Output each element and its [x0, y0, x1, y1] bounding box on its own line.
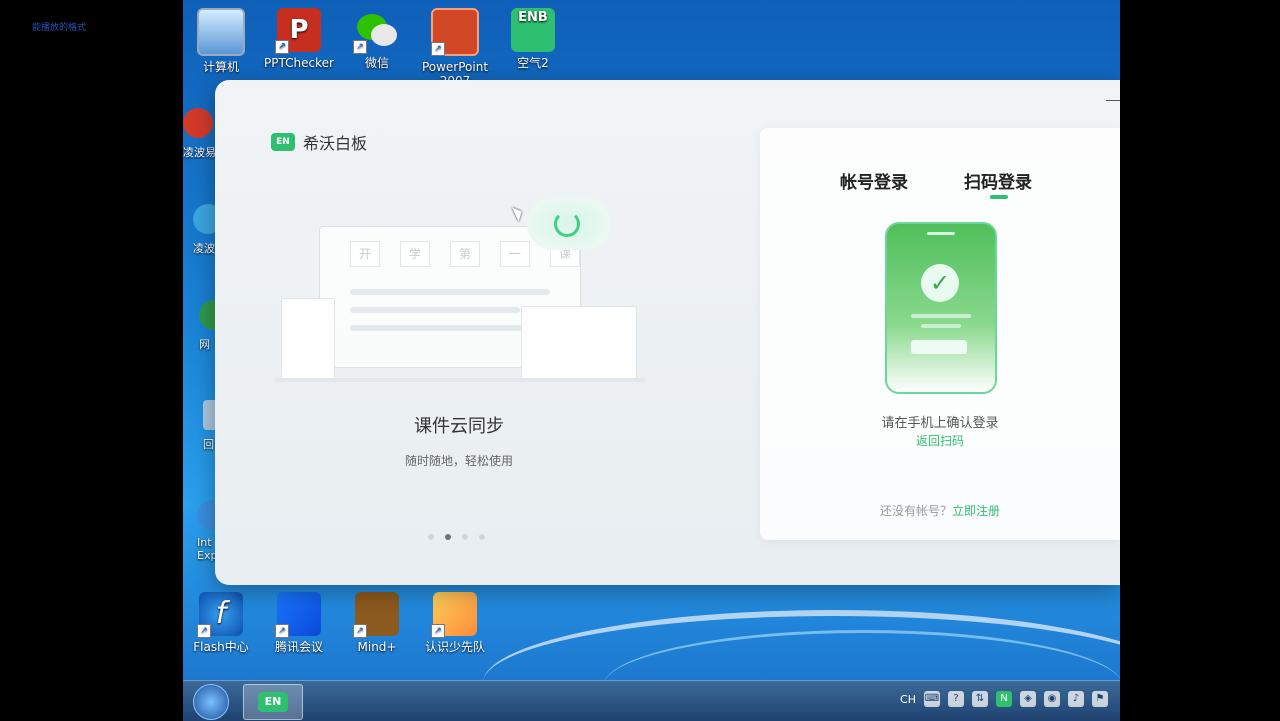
tab-qr-login[interactable]: 扫码登录: [964, 168, 1032, 199]
enb-icon: EN: [258, 692, 288, 712]
desktop-icon-enb[interactable]: ENB 空气2: [495, 8, 571, 70]
carousel-dot[interactable]: [462, 534, 468, 540]
carousel-dots: [428, 534, 485, 540]
register-prompt: 还没有帐号？: [879, 504, 952, 518]
board-word: 一: [500, 241, 530, 267]
illustration-line: [350, 325, 540, 331]
desktop-icon-label: 空气2: [517, 56, 549, 70]
carousel-subtitle: 随时随地，轻松使用: [404, 454, 513, 468]
desktop-icon-label: Mind+: [357, 640, 397, 654]
board-word: 开: [350, 241, 380, 267]
desktop-icon-powerpoint[interactable]: ↗ PowerPoint 2007: [417, 8, 493, 88]
desktop-icon-flash[interactable]: f ↗ Flash中心: [183, 592, 259, 654]
desktop-icon-label: 腾讯会议: [274, 640, 323, 654]
shield-icon[interactable]: ◈: [1020, 691, 1036, 707]
mind-plus-icon: ↗: [353, 592, 399, 638]
taskbar-app-enb[interactable]: EN: [243, 684, 303, 720]
board-word: 学: [400, 241, 430, 267]
help-icon[interactable]: ?: [948, 691, 964, 707]
carousel-dot-active[interactable]: [445, 534, 451, 540]
brand: EN 希沃白板: [271, 130, 367, 154]
login-panel: 帐号登录 扫码登录 ✓ 请在手机上确认登录 返回扫码 还没有帐号？立即注册: [760, 128, 1120, 540]
brand-name: 希沃白板: [303, 134, 368, 153]
illustration-line: [350, 307, 520, 313]
desktop-icon-young-pioneers[interactable]: ↗ 认识少先队: [417, 592, 493, 654]
carousel-dot[interactable]: [428, 534, 434, 540]
desktop-icon-tencent-meeting[interactable]: ↗ 腾讯会议: [261, 592, 337, 654]
seewo-login-window: EN 希沃白板 开 学 第 一 课 课件云同步 随时随地，轻松使用 帐号登录 扫…: [215, 80, 1120, 585]
illustration-card: [521, 306, 637, 380]
security-icon[interactable]: ◉: [1044, 691, 1060, 707]
computer-icon: [197, 8, 245, 56]
confirm-on-phone-text: 请在手机上确认登录: [881, 416, 999, 431]
register-line: 还没有帐号？立即注册: [760, 502, 1120, 519]
screen-corner-text: 能播放的格式: [32, 23, 87, 33]
powerpoint-icon: ↗: [431, 8, 479, 56]
system-tray: CH ⌨ ? ⇅ N ◈ ◉ ♪ ⚑: [900, 691, 1108, 707]
tab-account-login[interactable]: 帐号登录: [840, 168, 908, 193]
flag-icon[interactable]: ⚑: [1092, 691, 1108, 707]
desktop-icon-label: PPTChecker: [264, 56, 334, 70]
check-icon: ✓: [921, 264, 959, 302]
illustration-card: [281, 298, 335, 380]
carousel-dot[interactable]: [479, 534, 485, 540]
language-indicator[interactable]: CH: [900, 693, 916, 706]
illustration-base: [275, 378, 645, 382]
desktop-icon-label: 微信: [364, 56, 389, 70]
wechat-icon: ↗: [353, 8, 399, 54]
desktop-icon-label: 凌波易: [183, 146, 216, 159]
illustration-line: [350, 289, 550, 295]
n-app-icon[interactable]: N: [996, 691, 1012, 707]
sync-icon: [554, 211, 580, 237]
back-to-scan-link[interactable]: 返回扫码: [760, 432, 1120, 449]
volume-icon[interactable]: ♪: [1068, 691, 1084, 707]
flash-icon: f ↗: [197, 592, 243, 638]
desktop-icon-label: Flash中心: [193, 640, 249, 654]
desktop-icon-partial[interactable]: 凌波易: [183, 108, 219, 160]
register-link[interactable]: 立即注册: [952, 504, 1000, 518]
network-icon[interactable]: ⇅: [972, 691, 988, 707]
app-icon: [183, 108, 213, 138]
taskbar: EN CH ⌨ ? ⇅ N ◈ ◉ ♪ ⚑: [183, 680, 1120, 721]
phone-confirm-illustration: ✓: [885, 222, 997, 394]
enb-icon: ENB: [511, 8, 555, 52]
board-word: 第: [450, 241, 480, 267]
desktop-icon-label: 认识少先队: [424, 640, 485, 654]
young-pioneers-icon: ↗: [431, 592, 477, 638]
ppt-checker-icon: P ↗: [275, 8, 321, 54]
brand-logo: EN: [271, 133, 295, 151]
keyboard-icon[interactable]: ⌨: [924, 691, 940, 707]
start-button[interactable]: [193, 684, 229, 720]
carousel-title: 课件云同步: [414, 416, 504, 437]
desktop-icon-pptchecker[interactable]: P ↗ PPTChecker: [261, 8, 337, 70]
desktop-icon-wechat[interactable]: ↗ 微信: [339, 8, 415, 70]
tencent-meeting-icon: ↗: [275, 592, 321, 638]
desktop-icon-computer[interactable]: 计算机: [183, 8, 259, 74]
minimize-button[interactable]: [1106, 90, 1120, 101]
desktop-icon-label: 计算机: [202, 60, 239, 74]
desktop-icon-mind-plus[interactable]: ↗ Mind+: [339, 592, 415, 654]
login-tabs: 帐号登录 扫码登录: [840, 168, 1032, 199]
